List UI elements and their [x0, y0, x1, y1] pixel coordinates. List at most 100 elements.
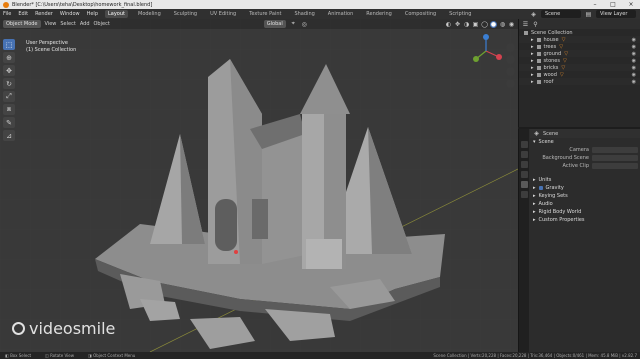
annotate-tool-icon[interactable]: ✎	[3, 117, 15, 128]
pan-icon[interactable]	[506, 55, 515, 64]
eye-icon[interactable]: ◉	[632, 79, 636, 85]
active-clip-input[interactable]	[592, 163, 638, 169]
output-tab-icon[interactable]	[520, 161, 528, 168]
proportional-edit-icon[interactable]: ◎	[301, 21, 308, 28]
tool-tab-icon[interactable]	[520, 141, 528, 148]
custom-properties-section[interactable]: ▸ Custom Properties	[530, 216, 640, 224]
outliner-editor-icon[interactable]: ☰	[522, 21, 529, 28]
outliner-item-trees[interactable]: ▸ trees ▽ ◉	[519, 43, 640, 50]
expand-icon[interactable]: ▸	[531, 58, 534, 64]
units-section[interactable]: ▸ Units	[530, 176, 640, 184]
tab-rendering[interactable]: Rendering	[363, 10, 395, 18]
snap-icon[interactable]: ⌖	[290, 20, 297, 28]
menu-edit[interactable]: Edit	[18, 11, 28, 17]
mode-dropdown[interactable]: Object Mode	[3, 20, 41, 28]
render-tab-icon[interactable]	[520, 151, 528, 158]
z-axis-icon[interactable]	[483, 34, 489, 40]
scene-section[interactable]: ▾ Scene	[530, 138, 640, 146]
outliner-item-stones[interactable]: ▸ stones ▽ ◉	[519, 57, 640, 64]
navigation-gizmo[interactable]	[466, 31, 506, 71]
solid-shading-icon[interactable]: ●	[490, 20, 497, 28]
gizmo-toggle-icon[interactable]: ✥	[454, 21, 461, 28]
eye-icon[interactable]: ◉	[632, 65, 636, 71]
measure-tool-icon[interactable]: ⊿	[3, 130, 15, 141]
expand-icon[interactable]: ▸	[533, 185, 536, 191]
select-box-tool-icon[interactable]: ⬚	[3, 39, 15, 50]
eye-icon[interactable]: ◉	[632, 58, 636, 64]
tab-sculpting[interactable]: Sculpting	[171, 10, 200, 18]
menu-window[interactable]: Window	[60, 11, 80, 17]
menu-object[interactable]: Object	[94, 21, 110, 27]
expand-icon[interactable]: ▸	[531, 72, 534, 78]
expand-icon[interactable]: ▸	[533, 209, 536, 215]
close-icon[interactable]: ×	[622, 1, 640, 8]
outliner-item-ground[interactable]: ▸ ground ▽ ◉	[519, 50, 640, 57]
outliner-item-wood[interactable]: ▸ wood ▽ ◉	[519, 71, 640, 78]
background-scene-input[interactable]	[592, 155, 638, 161]
menu-help[interactable]: Help	[87, 11, 98, 17]
camera-input[interactable]	[592, 147, 638, 153]
overlays-icon[interactable]: ◑	[463, 21, 470, 28]
gravity-section[interactable]: ▸ Gravity	[530, 184, 640, 192]
menu-select[interactable]: Select	[60, 21, 75, 27]
expand-icon[interactable]: ▸	[531, 37, 534, 43]
tab-texture-paint[interactable]: Texture Paint	[246, 10, 284, 18]
outliner-root[interactable]: Scene Collection	[519, 29, 640, 36]
xray-icon[interactable]: ▣	[472, 21, 479, 28]
scene-field[interactable]: Scene	[541, 10, 581, 18]
eye-icon[interactable]: ◉	[632, 44, 636, 50]
maximize-icon[interactable]: □	[604, 1, 622, 8]
scale-tool-icon[interactable]: ⤢	[3, 91, 15, 102]
eye-icon[interactable]: ◉	[632, 37, 636, 43]
gravity-checkbox[interactable]	[538, 186, 543, 190]
tab-scripting[interactable]: Scripting	[446, 10, 474, 18]
expand-icon[interactable]: ▸	[533, 193, 536, 199]
keying-sets-section[interactable]: ▸ Keying Sets	[530, 192, 640, 200]
collapse-icon[interactable]: ▾	[533, 139, 536, 145]
menu-add[interactable]: Add	[80, 21, 90, 27]
audio-section[interactable]: ▸ Audio	[530, 200, 640, 208]
menu-file[interactable]: File	[3, 11, 11, 17]
camera-view-icon[interactable]	[506, 67, 515, 76]
y-axis-icon[interactable]	[473, 56, 479, 62]
expand-icon[interactable]: ▸	[533, 217, 536, 223]
outliner-item-roof[interactable]: ▸ roof ◉	[519, 78, 640, 85]
scene-tab-icon[interactable]	[520, 181, 528, 188]
outliner-item-bricks[interactable]: ▸ bricks ▽ ◉	[519, 64, 640, 71]
outliner-item-house[interactable]: ▸ house ▽ ◉	[519, 36, 640, 43]
visibility-icon[interactable]: ◐	[445, 21, 452, 28]
expand-icon[interactable]: ▸	[531, 44, 534, 50]
menu-view[interactable]: View	[45, 21, 57, 27]
tab-layout[interactable]: Layout	[105, 10, 128, 18]
wireframe-shading-icon[interactable]: ◯	[481, 21, 488, 28]
world-tab-icon[interactable]	[520, 191, 528, 198]
3d-viewport[interactable]: Object Mode View Select Add Object Globa…	[0, 19, 518, 352]
expand-icon[interactable]: ▸	[533, 177, 536, 183]
eye-icon[interactable]: ◉	[632, 72, 636, 78]
move-tool-icon[interactable]: ✥	[3, 65, 15, 76]
tab-shading[interactable]: Shading	[291, 10, 317, 18]
zoom-icon[interactable]	[506, 43, 515, 52]
camera-field[interactable]: Camera	[530, 146, 640, 154]
tab-modeling[interactable]: Modeling	[135, 10, 164, 18]
tab-animation[interactable]: Animation	[325, 10, 357, 18]
expand-icon[interactable]: ▸	[533, 201, 536, 207]
active-clip-field[interactable]: Active Clip	[530, 162, 640, 170]
filter-icon[interactable]: ⚲	[532, 21, 539, 28]
x-axis-icon[interactable]	[496, 54, 502, 60]
expand-icon[interactable]: ▸	[531, 51, 534, 57]
tab-compositing[interactable]: Compositing	[402, 10, 439, 18]
orientation-dropdown[interactable]: Global	[263, 20, 286, 28]
view-layer-field[interactable]: View Layer	[596, 10, 636, 18]
background-scene-field[interactable]: Background Scene	[530, 154, 640, 162]
cursor-tool-icon[interactable]: ⊕	[3, 52, 15, 63]
view-layer-tab-icon[interactable]	[520, 171, 528, 178]
rigid-body-section[interactable]: ▸ Rigid Body World	[530, 208, 640, 216]
ortho-toggle-icon[interactable]	[506, 79, 515, 88]
minimize-icon[interactable]: –	[586, 1, 604, 8]
expand-icon[interactable]: ▸	[531, 65, 534, 71]
rotate-tool-icon[interactable]: ↻	[3, 78, 15, 89]
rendered-shading-icon[interactable]: ◉	[508, 21, 515, 28]
expand-icon[interactable]: ▸	[531, 79, 534, 85]
eye-icon[interactable]: ◉	[632, 51, 636, 57]
